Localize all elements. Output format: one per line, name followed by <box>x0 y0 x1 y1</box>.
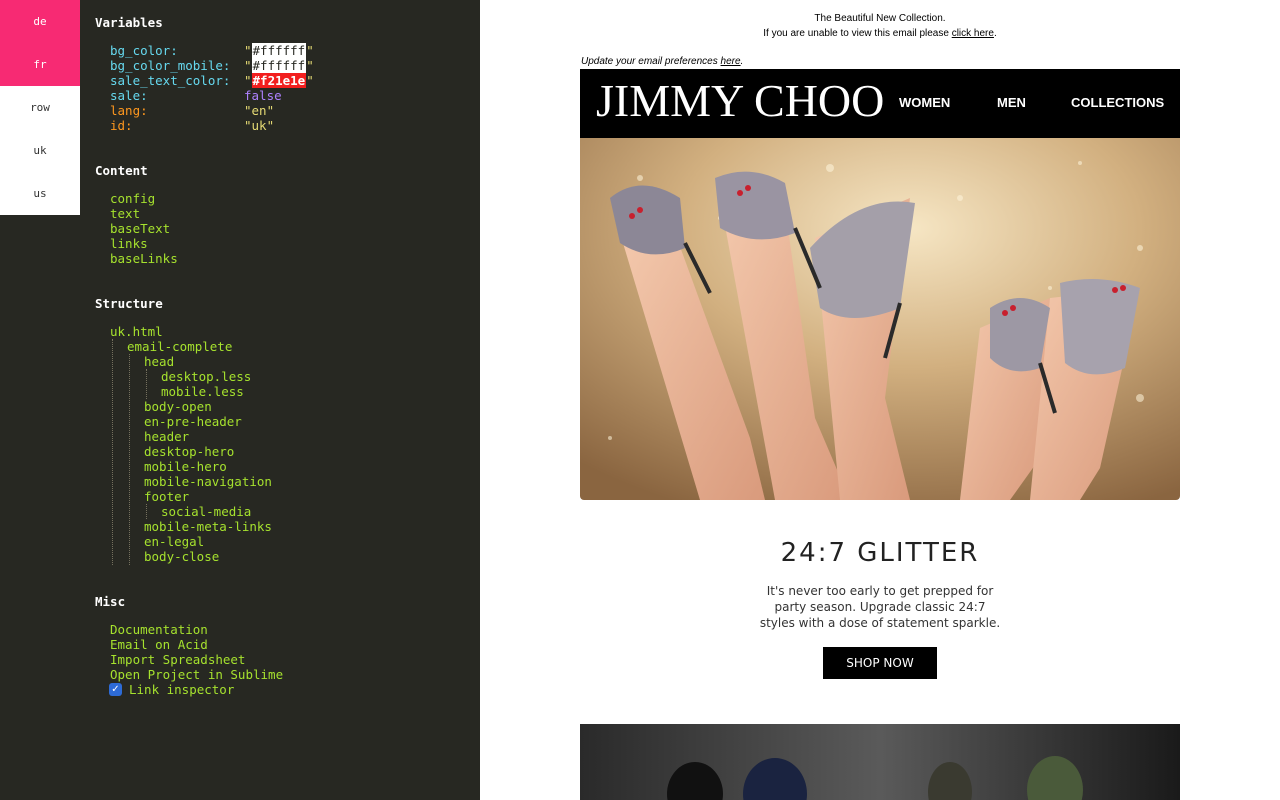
locale-tab-us[interactable]: us <box>0 172 80 215</box>
view-online-text: If you are unable to view this email ple… <box>763 28 949 39</box>
content-heading: Content <box>95 163 148 178</box>
variable-value[interactable]: "#ffffff" <box>244 43 314 58</box>
color-swatch: #f21e1e <box>251 73 307 88</box>
variable-key: sale: <box>110 88 148 103</box>
email-header: JIMMY CHOO WOMEN MEN COLLECTIONS <box>580 69 1180 138</box>
variable-value[interactable]: "uk" <box>244 118 274 133</box>
body-copy-line: styles with a dose of statement sparkle. <box>759 616 1001 630</box>
variable-key: sale_text_color: <box>110 73 231 88</box>
variable-key: lang: <box>110 103 148 118</box>
structure-item-header[interactable]: header <box>144 429 189 444</box>
structure-item-en-legal[interactable]: en-legal <box>144 534 204 549</box>
checkmark-icon: ✓ <box>111 684 120 695</box>
structure-item-desktop-less[interactable]: desktop.less <box>161 369 251 384</box>
locale-tab-fr[interactable]: fr <box>0 43 80 86</box>
content-item-baselinks[interactable]: baseLinks <box>110 251 178 266</box>
color-swatch: #ffffff <box>251 58 307 73</box>
misc-link-import-spreadsheet[interactable]: Import Spreadsheet <box>110 652 245 667</box>
hero-image[interactable] <box>580 138 1180 500</box>
structure-item-mobile-less[interactable]: mobile.less <box>161 384 244 399</box>
content-item-links[interactable]: links <box>110 236 148 251</box>
preferences-link[interactable]: here <box>721 56 741 67</box>
structure-item-mobile-meta-links[interactable]: mobile-meta-links <box>144 519 272 534</box>
preferences-text: Update your email preferences <box>581 56 718 67</box>
structure-item-mobile-navigation[interactable]: mobile-navigation <box>144 474 272 489</box>
variable-value[interactable]: "#f21e1e" <box>244 73 314 88</box>
hero-illustration <box>580 138 1180 500</box>
body-copy-line: It's never too early to get prepped for <box>766 584 994 598</box>
misc-link-email-on-acid[interactable]: Email on Acid <box>110 637 208 652</box>
variable-key: bg_color: <box>110 43 178 58</box>
content-item-config[interactable]: config <box>110 191 155 206</box>
structure-item-email-complete[interactable]: email-complete <box>127 339 232 354</box>
structure-item-footer[interactable]: footer <box>144 489 189 504</box>
structure-item-mobile-hero[interactable]: mobile-hero <box>144 459 227 474</box>
brand-logo[interactable]: JIMMY CHOO <box>596 74 884 127</box>
content-item-basetext[interactable]: baseText <box>110 221 170 236</box>
variable-key: id: <box>110 118 133 133</box>
shop-now-button[interactable]: SHOP NOW <box>823 647 937 679</box>
banner-illustration <box>580 724 1180 800</box>
link-inspector-checkbox[interactable]: ✓ <box>109 683 122 696</box>
structure-item-social-media[interactable]: social-media <box>161 504 251 519</box>
color-swatch: #ffffff <box>251 43 307 58</box>
click-here-link[interactable]: click here <box>952 28 994 39</box>
variables-heading: Variables <box>95 15 163 30</box>
structure-item-desktop-hero[interactable]: desktop-hero <box>144 444 234 459</box>
preferences-line: Update your email preferences here. <box>581 56 744 67</box>
structure-item-body-open[interactable]: body-open <box>144 399 212 414</box>
locale-tabs: de fr row uk us <box>0 0 80 215</box>
tree-guide <box>112 339 113 565</box>
link-inspector-label[interactable]: Link inspector <box>129 682 234 697</box>
nav-link-collections[interactable]: COLLECTIONS <box>1071 95 1164 110</box>
locale-tab-row[interactable]: row <box>0 86 80 129</box>
nav-link-women[interactable]: WOMEN <box>899 95 950 110</box>
variable-key: bg_color_mobile: <box>110 58 231 73</box>
variable-value[interactable]: "#ffffff" <box>244 58 314 73</box>
variable-value[interactable]: "en" <box>244 103 274 118</box>
misc-link-open-project-sublime[interactable]: Open Project in Sublime <box>110 667 283 682</box>
sidebar-background <box>0 215 80 800</box>
preheader-view-online: If you are unable to view this email ple… <box>763 28 997 39</box>
tree-guide <box>146 504 147 519</box>
structure-item-en-pre-header[interactable]: en-pre-header <box>144 414 242 429</box>
structure-item-uk-html[interactable]: uk.html <box>110 324 163 339</box>
tree-guide <box>129 354 130 565</box>
misc-link-documentation[interactable]: Documentation <box>110 622 208 637</box>
structure-heading: Structure <box>95 296 163 311</box>
body-copy-line: party season. Upgrade classic 24:7 <box>774 600 986 614</box>
locale-tab-uk[interactable]: uk <box>0 129 80 172</box>
secondary-banner-image[interactable] <box>580 724 1180 800</box>
structure-item-head[interactable]: head <box>144 354 174 369</box>
preheader-line: The Beautiful New Collection. <box>814 13 946 24</box>
headline: 24:7 GLITTER <box>780 538 980 568</box>
misc-heading: Misc <box>95 594 126 609</box>
body-copy: It's never too early to get prepped for … <box>700 583 1060 631</box>
structure-item-body-close[interactable]: body-close <box>144 549 219 564</box>
locale-tab-de[interactable]: de <box>0 0 80 43</box>
variable-value[interactable]: false <box>244 88 282 103</box>
nav-link-men[interactable]: MEN <box>997 95 1026 110</box>
content-item-text[interactable]: text <box>110 206 140 221</box>
tree-guide <box>146 369 147 399</box>
